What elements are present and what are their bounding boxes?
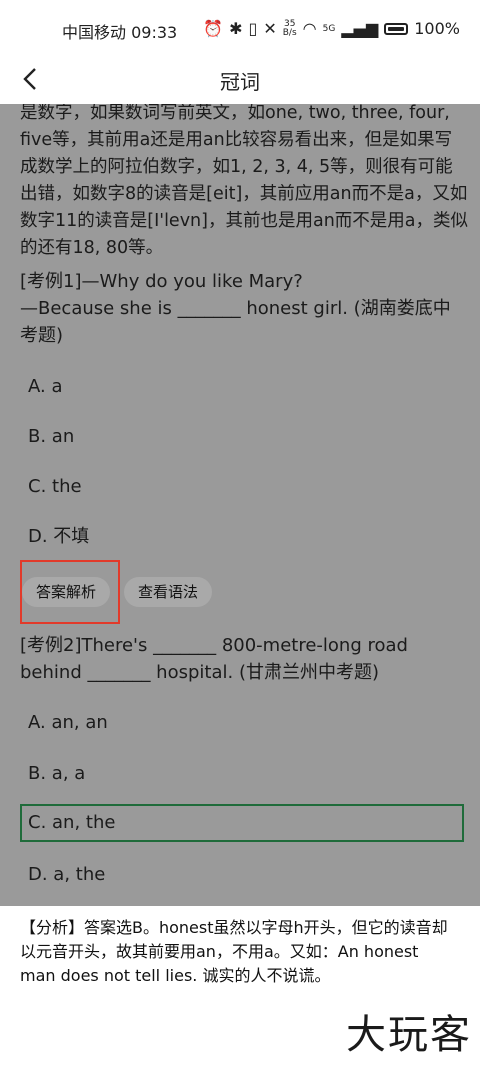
carrier-time: 中国移动 09:33 [62,23,178,42]
example2-option-d[interactable]: D. a, the [20,856,464,894]
bluetooth-icon: ✱ [229,19,243,38]
content-overlay: 是数字，如果数词写前英文，如one, two, three, four, fiv… [0,104,480,906]
page-title: 冠词 [220,70,260,94]
network-speed: 35 B/s [282,18,297,38]
example1-option-b[interactable]: B. an [20,418,464,456]
example1-option-d[interactable]: D. 不填 [20,518,464,556]
example1-option-a[interactable]: A. a [20,368,464,406]
vibrate-icon: ▯ [248,19,258,38]
example1-question: [考例1]—Why do you like Mary? —Because she… [20,271,451,346]
analysis-panel: 【分析】答案选B。honest虽然以字母h开头，但它的读音却以元音开头，故其前要… [0,906,480,1066]
battery-level: 100% [414,19,460,38]
example2-question: [考例2]There's _______ 800-metre-long road… [20,635,408,683]
wifi-icon: ◠ [302,19,317,38]
battery-icon [384,22,409,35]
example1-option-c[interactable]: C. the [20,468,464,506]
example2-option-a[interactable]: A. an, an [20,704,464,742]
signal-icon: ▂▄▆ [341,19,379,38]
intro-text: 是数字，如果数词写前英文，如one, two, three, four, fiv… [20,104,469,258]
mute-icon: ✕ [263,19,277,38]
nav-bar: 冠词 [0,58,480,104]
status-bar: 中国移动 09:33 ⏰ ✱ ▯ ✕ 35 B/s ◠ 5G ▂▄▆ 100% [0,0,480,58]
status-icons: ⏰ ✱ ▯ ✕ 35 B/s ◠ 5G ▂▄▆ 100% [203,19,460,38]
highlight-box [20,560,120,624]
example2-option-b[interactable]: B. a, a [20,755,464,793]
alarm-icon: ⏰ [203,19,224,38]
analysis-text: 【分析】答案选B。honest虽然以字母h开头，但它的读音却以元音开头，故其前要… [20,918,448,985]
watermark: 大玩客 [346,1012,472,1058]
view-grammar-button[interactable]: 查看语法 [124,577,213,607]
signal-label: 5G [322,23,336,34]
example2-option-c[interactable]: C. an, the [20,804,464,842]
